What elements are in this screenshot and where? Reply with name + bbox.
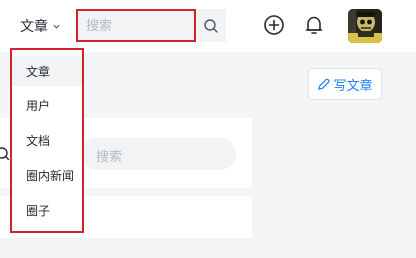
pen-icon bbox=[318, 78, 330, 90]
search-input[interactable] bbox=[86, 17, 186, 35]
search-icon bbox=[204, 18, 218, 33]
search-button[interactable] bbox=[196, 9, 226, 42]
plus-circle-icon[interactable] bbox=[262, 13, 286, 37]
user-avatar[interactable] bbox=[348, 9, 382, 43]
dropdown-item-documents[interactable]: 文档 bbox=[12, 125, 82, 155]
search-field[interactable] bbox=[76, 9, 196, 42]
dropdown-item-circles[interactable]: 圈子 bbox=[12, 195, 82, 225]
write-article-button[interactable]: 写文章 bbox=[308, 68, 382, 100]
dropdown-item-users[interactable]: 用户 bbox=[12, 90, 82, 120]
content-search-placeholder: 搜索 bbox=[96, 150, 123, 165]
avatar-image bbox=[348, 9, 382, 43]
bell-icon[interactable] bbox=[302, 13, 326, 37]
search-type-dropdown: 文章 用户 文档 圈内新闻 圈子 bbox=[10, 48, 84, 233]
dropdown-item-circle-news[interactable]: 圈内新闻 bbox=[12, 160, 82, 190]
top-navigation-bar: 文章 bbox=[0, 0, 416, 52]
chevron-down-icon bbox=[53, 24, 60, 29]
search-type-label: 文章 bbox=[20, 19, 48, 35]
search-type-select[interactable]: 文章 bbox=[20, 16, 61, 36]
write-article-label: 写文章 bbox=[333, 78, 373, 94]
search-icon bbox=[0, 147, 10, 161]
dropdown-item-articles[interactable]: 文章 bbox=[12, 56, 82, 86]
